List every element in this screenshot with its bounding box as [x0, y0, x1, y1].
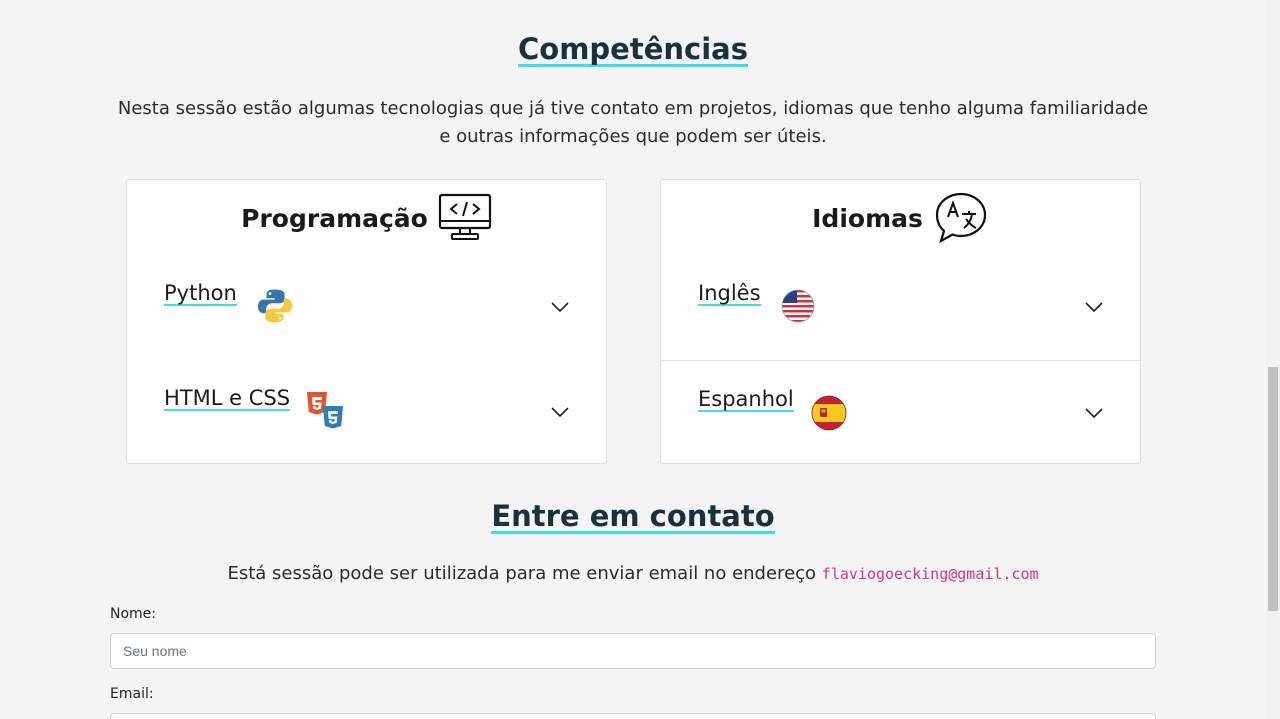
programacao-card: Programação Python HTML e CSS	[126, 179, 607, 464]
name-label: Nome:	[110, 606, 157, 622]
card-header: Idiomas	[661, 190, 1140, 246]
translate-bubble-icon	[933, 191, 989, 245]
python-logo-icon	[257, 288, 293, 328]
section-title-text: Competências	[518, 32, 748, 68]
contact-description: Está sessão pode ser utilizada para me e…	[0, 563, 1266, 584]
email-label: Email:	[110, 686, 154, 702]
html-css-logo-icon	[305, 391, 345, 435]
chevron-down-icon[interactable]	[551, 402, 569, 421]
idiomas-card: Idiomas Inglês Espanhol	[660, 179, 1141, 464]
section-intro: Nesta sessão estão algumas tecnologias q…	[117, 98, 1149, 147]
page: Competências Nesta sessão estão algumas …	[0, 0, 1266, 719]
chevron-down-icon[interactable]	[1085, 297, 1103, 316]
page-scrollbar[interactable]	[1266, 0, 1280, 719]
chevron-down-icon[interactable]	[1085, 403, 1103, 422]
usa-flag-icon	[781, 289, 815, 327]
contact-text: Está sessão pode ser utilizada para me e…	[227, 563, 817, 584]
name-input[interactable]	[110, 633, 1156, 669]
email-address: flaviogoecking@gmail.com	[821, 565, 1039, 583]
accordion-label[interactable]: Inglês	[698, 281, 761, 306]
accordion-label[interactable]: HTML e CSS	[164, 386, 291, 411]
email-input[interactable]	[110, 713, 1156, 719]
card-title: Idiomas	[812, 203, 923, 233]
section-title-contato: Entre em contato	[0, 499, 1266, 535]
spain-flag-icon	[811, 395, 847, 435]
accordion-label[interactable]: Espanhol	[698, 387, 794, 412]
accordion-label[interactable]: Python	[164, 281, 237, 306]
card-title: Programação	[241, 203, 428, 233]
accordion-item-python[interactable]: Python	[127, 255, 606, 359]
section-title-competencias: Competências	[0, 32, 1266, 68]
accordion-item-espanhol[interactable]: Espanhol	[661, 360, 1140, 464]
card-header: Programação	[127, 190, 606, 246]
scrollbar-thumb[interactable]	[1268, 367, 1278, 611]
section-title-text: Entre em contato	[491, 499, 775, 535]
code-monitor-icon	[438, 193, 492, 243]
accordion-item-html-css[interactable]: HTML e CSS	[127, 360, 606, 464]
accordion-item-ingles[interactable]: Inglês	[661, 255, 1140, 359]
chevron-down-icon[interactable]	[551, 297, 569, 316]
